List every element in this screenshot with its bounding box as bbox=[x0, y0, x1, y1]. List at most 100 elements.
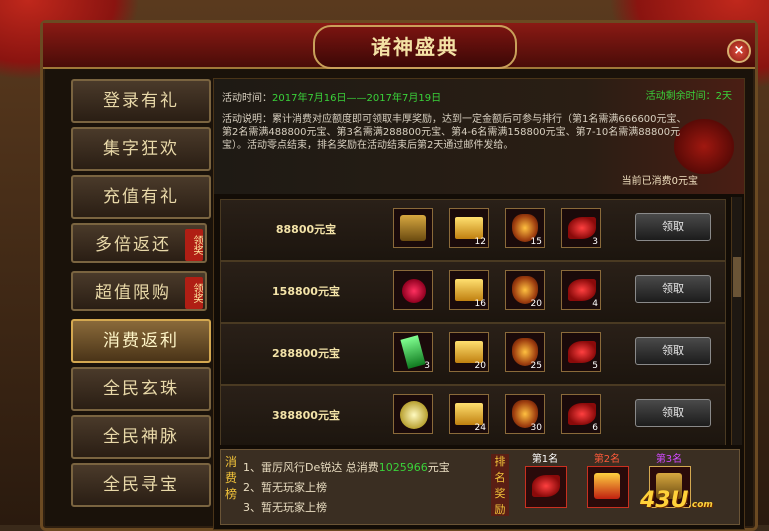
sidebar-item-label: 消费返利 bbox=[103, 331, 179, 351]
info-panel: 活动时间：2017年7月16日——2017年7月19日 活动剩余时间：2天 活动… bbox=[214, 79, 744, 194]
claim-badge: 领奖 bbox=[185, 229, 203, 261]
wing-icon bbox=[568, 279, 596, 301]
time-value: 2017年7月16日——2017年7月19日 bbox=[272, 93, 442, 104]
sidebar-item-shenmai[interactable]: 全民神脉 bbox=[71, 415, 211, 459]
prize-title-3: 第3名 bbox=[655, 454, 683, 465]
window-title: 诸神盛典 bbox=[371, 35, 459, 59]
reward-list[interactable]: 88800元宝 12 15 3 领取 158800元宝 16 20 4 领取 2… bbox=[214, 197, 726, 445]
reward-row: 158800元宝 16 20 4 领取 bbox=[220, 261, 726, 323]
title-plate: 诸神盛典 bbox=[313, 25, 517, 69]
wing-icon bbox=[568, 341, 596, 363]
reward-slot[interactable] bbox=[393, 208, 433, 248]
scroll-thumb[interactable] bbox=[733, 257, 741, 297]
claim-button[interactable]: 领取 bbox=[635, 275, 711, 303]
reward-slot[interactable]: 4 bbox=[561, 270, 601, 310]
reward-slot[interactable]: 30 bbox=[505, 394, 545, 434]
claim-button[interactable]: 领取 bbox=[635, 337, 711, 365]
sidebar-item-label: 集字狂欢 bbox=[103, 139, 179, 159]
sidebar-item-multi-return[interactable]: 多倍返还 领奖 bbox=[71, 223, 207, 263]
close-button[interactable]: × bbox=[727, 39, 751, 63]
item-count: 20 bbox=[530, 299, 542, 309]
ring-icon bbox=[402, 279, 426, 303]
reward-slot[interactable]: 5 bbox=[561, 332, 601, 372]
reward-slot[interactable]: 3 bbox=[561, 208, 601, 248]
reward-threshold: 388800元宝 bbox=[272, 409, 340, 422]
item-count: 6 bbox=[592, 423, 598, 433]
reward-threshold: 288800元宝 bbox=[272, 347, 340, 360]
remaining-time: 活动剩余时间：2天 bbox=[645, 91, 732, 102]
time-label: 活动时间： bbox=[222, 93, 272, 104]
reward-slot[interactable]: 16 bbox=[449, 270, 489, 310]
reward-threshold: 88800元宝 bbox=[275, 223, 337, 236]
rank-text: 暂无玩家上榜 bbox=[261, 501, 327, 514]
item-count: 5 bbox=[592, 361, 598, 371]
reward-slot[interactable]: 20 bbox=[505, 270, 545, 310]
wing-icon bbox=[568, 403, 596, 425]
rank-text: 雷厉风行De锐达 总消费 bbox=[261, 461, 379, 474]
claim-badge: 领奖 bbox=[185, 277, 203, 309]
gift-box-icon bbox=[594, 473, 620, 499]
reward-row: 388800元宝 24 30 6 领取 bbox=[220, 385, 726, 445]
rank-number: 3、 bbox=[243, 501, 261, 514]
current-consumption: 当前已消费0元宝 bbox=[621, 176, 698, 187]
crystal-icon bbox=[400, 335, 426, 369]
rank-text: 暂无玩家上榜 bbox=[261, 481, 327, 494]
item-count: 3 bbox=[592, 237, 598, 247]
item-count: 25 bbox=[530, 361, 542, 371]
sidebar-item-label: 全民神脉 bbox=[103, 427, 179, 447]
sidebar-item-login[interactable]: 登录有礼 bbox=[71, 79, 211, 123]
sidebar-item-label: 全民寻宝 bbox=[103, 475, 179, 495]
event-window: 诸神盛典 × 登录有礼 集字狂欢 充值有礼 多倍返还 领奖 超值限购 领奖 消费返利… bbox=[40, 20, 758, 531]
reward-slot[interactable]: 6 bbox=[561, 394, 601, 434]
claim-button[interactable]: 领取 bbox=[635, 399, 711, 427]
claim-button[interactable]: 领取 bbox=[635, 213, 711, 241]
orb-icon bbox=[400, 401, 428, 429]
watermark-logo: 43U.com bbox=[640, 488, 713, 513]
sidebar: 登录有礼 集字狂欢 充值有礼 多倍返还 领奖 超值限购 领奖 消费返利 全民玄珠 全… bbox=[65, 75, 215, 515]
prize-slot-1[interactable] bbox=[525, 466, 567, 508]
ranking-entry: 2、暂无玩家上榜 bbox=[243, 478, 493, 498]
rank-number: 1、 bbox=[243, 461, 261, 474]
reward-slot[interactable] bbox=[393, 270, 433, 310]
reward-slot[interactable] bbox=[393, 394, 433, 434]
reward-slot[interactable]: 25 bbox=[505, 332, 545, 372]
item-count: 20 bbox=[474, 361, 486, 371]
reward-slot[interactable]: 3 bbox=[393, 332, 433, 372]
ranking-panel: 消费榜 1、雷厉风行De锐达 总消费1025966元宝 2、暂无玩家上榜 3、暂… bbox=[220, 449, 740, 525]
prize-title-2: 第2名 bbox=[593, 454, 621, 465]
sidebar-item-label: 多倍返还 bbox=[95, 235, 171, 255]
sidebar-item-label: 登录有礼 bbox=[103, 91, 179, 111]
prize-title-1: 第1名 bbox=[531, 454, 559, 465]
sidebar-item-xuanzhu[interactable]: 全民玄珠 bbox=[71, 367, 211, 411]
character-icon bbox=[532, 475, 560, 497]
reward-row: 288800元宝 3 20 25 5 领取 bbox=[220, 323, 726, 385]
gold-ingot-icon bbox=[455, 279, 483, 301]
activity-time: 活动时间：2017年7月16日——2017年7月19日 bbox=[222, 89, 441, 104]
reward-slot[interactable]: 12 bbox=[449, 208, 489, 248]
watermark-text: 43U bbox=[640, 488, 689, 513]
reward-slot[interactable]: 24 bbox=[449, 394, 489, 434]
sidebar-item-limited-buy[interactable]: 超值限购 领奖 bbox=[71, 271, 207, 311]
title-bar: 诸神盛典 × bbox=[43, 23, 755, 69]
item-count: 12 bbox=[474, 237, 486, 247]
sidebar-item-collect[interactable]: 集字狂欢 bbox=[71, 127, 211, 171]
reward-slot[interactable]: 20 bbox=[449, 332, 489, 372]
gold-ingot-icon bbox=[455, 403, 483, 425]
item-count: 4 bbox=[592, 299, 598, 309]
ranking-entry: 3、暂无玩家上榜 bbox=[243, 498, 493, 518]
sidebar-item-label: 超值限购 bbox=[95, 283, 171, 303]
prize-slot-2[interactable] bbox=[587, 466, 629, 508]
sidebar-item-treasure[interactable]: 全民寻宝 bbox=[71, 463, 211, 507]
scrollbar[interactable] bbox=[731, 197, 742, 445]
ranking-list: 1、雷厉风行De锐达 总消费1025966元宝 2、暂无玩家上榜 3、暂无玩家上… bbox=[243, 458, 493, 518]
gold-ingot-icon bbox=[455, 217, 483, 239]
reward-threshold: 158800元宝 bbox=[272, 285, 340, 298]
reward-row: 88800元宝 12 15 3 领取 bbox=[220, 199, 726, 261]
watermark-suffix: .com bbox=[688, 500, 713, 510]
sidebar-item-consume-rebate[interactable]: 消费返利 bbox=[71, 319, 211, 363]
prize-label: 排名奖励 bbox=[491, 454, 509, 516]
reward-slot[interactable]: 15 bbox=[505, 208, 545, 248]
rank-value: 1025966 bbox=[378, 461, 428, 474]
sidebar-item-recharge[interactable]: 充值有礼 bbox=[71, 175, 211, 219]
sidebar-item-label: 全民玄珠 bbox=[103, 379, 179, 399]
